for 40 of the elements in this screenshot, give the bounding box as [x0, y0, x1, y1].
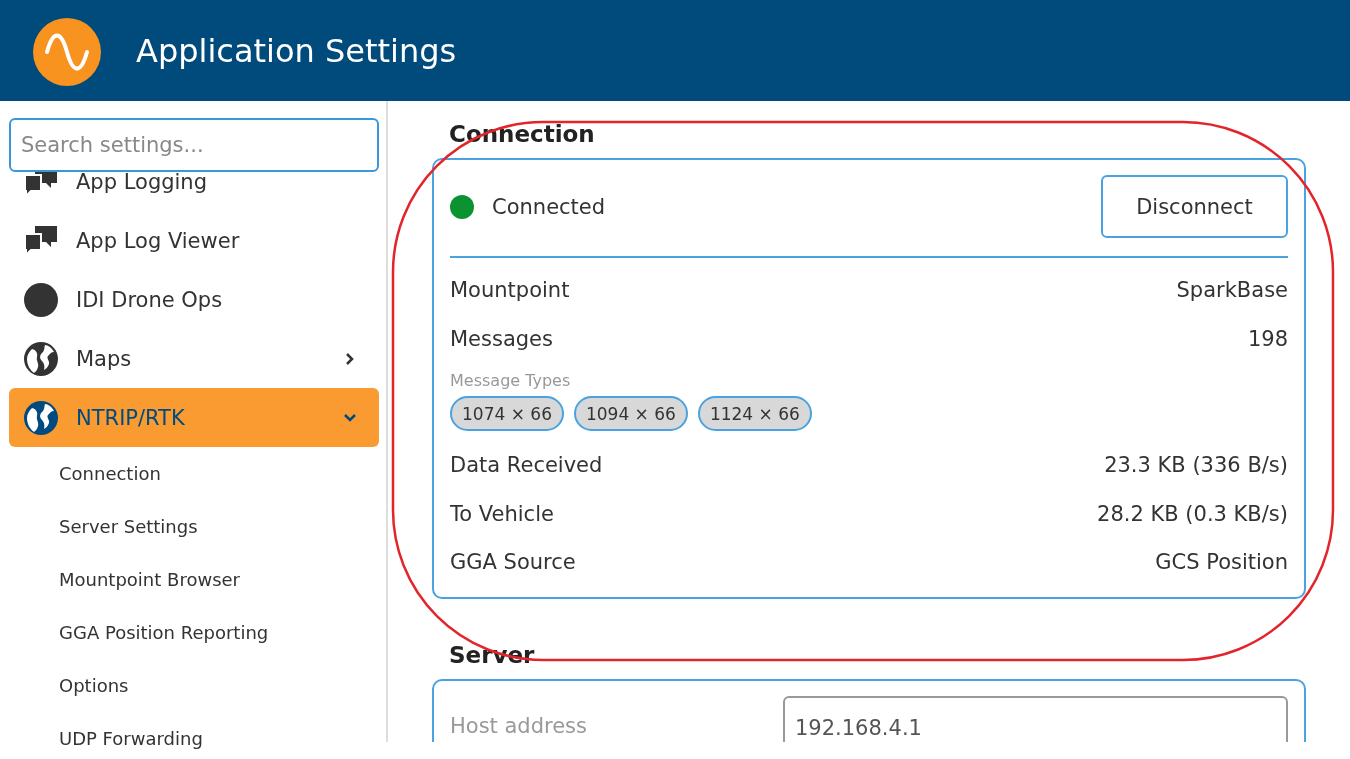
circle-icon: [23, 281, 59, 318]
message-type-chip: 1074 × 66: [450, 396, 564, 431]
row-label: Data Received: [450, 453, 603, 478]
row-value: 198: [1247, 326, 1288, 351]
search-field[interactable]: Search settings...: [9, 118, 379, 172]
row-label: To Vehicle: [450, 501, 554, 526]
row-label: Mountpoint: [450, 278, 570, 303]
sine-wave-logo: [33, 17, 101, 86]
globe-icon: [23, 399, 59, 436]
sidebar-item-label: IDI Drone Ops: [76, 287, 224, 312]
sidebar-subitem[interactable]: Mountpoint Browser: [9, 553, 379, 606]
row-value: 23.3 KB (336 B/s): [1104, 453, 1288, 478]
row-value: SparkBase: [1176, 278, 1288, 303]
sidebar-item-label: Maps: [76, 346, 133, 371]
message-type-chip: 1124 × 66: [697, 396, 812, 431]
field-label: Host address: [450, 712, 588, 738]
sidebar-item[interactable]: NTRIP/RTK: [9, 388, 379, 447]
globe-icon: [23, 340, 59, 377]
sidebar-item[interactable]: IDI Drone Ops: [9, 270, 379, 329]
sidebar-subitem[interactable]: Connection: [9, 447, 379, 500]
sidebar-item[interactable]: App Log Viewer: [9, 211, 379, 270]
sidebar-item-label: NTRIP/RTK: [76, 405, 186, 430]
host-address-field[interactable]: 192.168.4.1: [783, 695, 1288, 742]
row-value: 28.2 KB (0.3 KB/s): [1097, 501, 1288, 526]
row-label: Messages: [450, 326, 553, 351]
sidebar-subitem[interactable]: GGA Position Reporting: [9, 606, 379, 659]
row-value: GCS Position: [1155, 550, 1288, 575]
message-types-label: Message Types: [450, 371, 572, 390]
sidebar-item-label: App Log Viewer: [76, 228, 241, 253]
status-label: Connected: [492, 194, 607, 219]
disconnect-button[interactable]: Disconnect: [1101, 175, 1288, 238]
row-label: GGA Source: [450, 550, 576, 575]
sidebar-item[interactable]: App Logging: [9, 172, 379, 211]
sidebar-subitem[interactable]: Options: [9, 659, 379, 712]
sidebar-item-label: App Logging: [76, 172, 208, 194]
sidebar-subitem[interactable]: UDP Forwarding: [9, 712, 379, 759]
message-type-chip: 1094 × 66: [573, 396, 688, 431]
sidebar-subitem[interactable]: Server Settings: [9, 500, 379, 553]
header-title: Application Settings: [136, 31, 457, 70]
sidebar-item[interactable]: Maps: [9, 329, 379, 388]
